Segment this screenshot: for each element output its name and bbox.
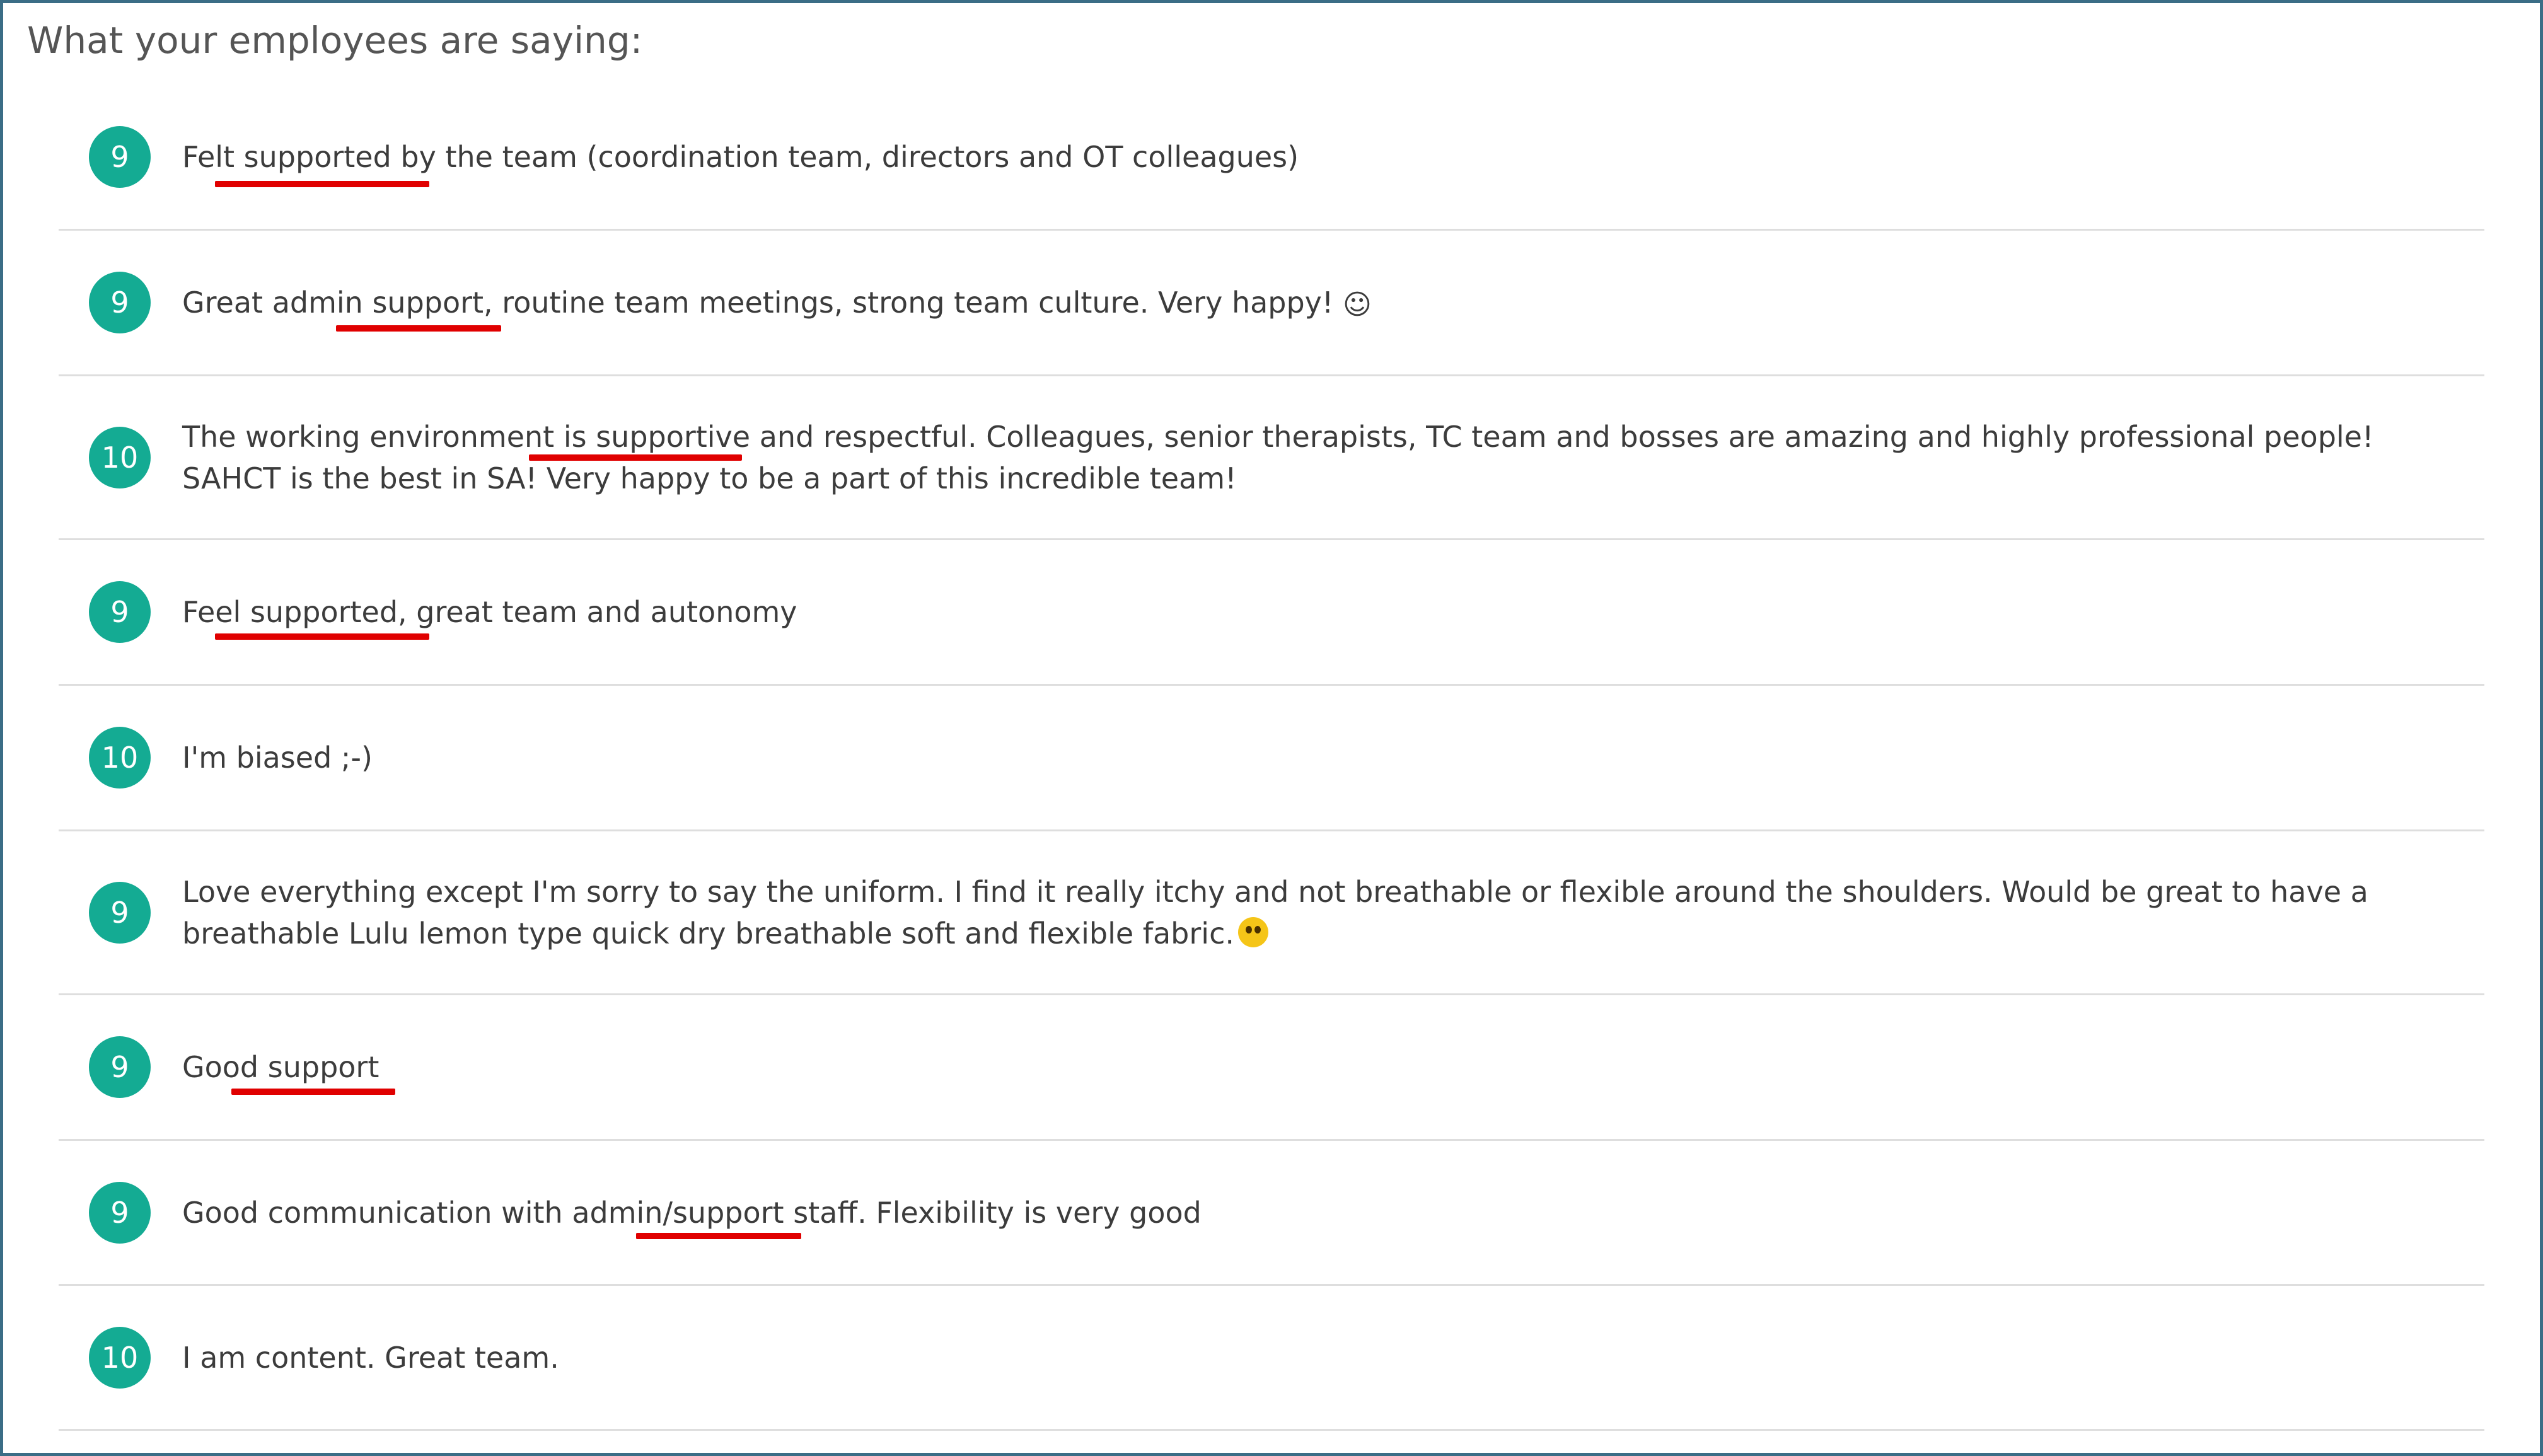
comment-text: Love everything except I'm sorry to say … xyxy=(182,874,2368,950)
comment-text: Good communication with admin/support st… xyxy=(182,1195,1202,1230)
smiley-emoji-icon: ☺ xyxy=(1342,288,1372,321)
score-badge: 9 xyxy=(89,272,151,333)
comment-text: Felt supported by the team (coordination… xyxy=(182,140,1299,174)
comment-text: The working environment is supportive an… xyxy=(182,419,2374,495)
list-item: 10 I am content. Great team. xyxy=(59,1286,2484,1431)
list-item: 9 Feel supported, great team and autonom… xyxy=(59,540,2484,686)
highlight-underline xyxy=(529,454,742,461)
list-item: 9 Great admin support, routine team meet… xyxy=(59,231,2484,376)
score-badge: 9 xyxy=(89,126,151,188)
list-item: 9 Love everything except I'm sorry to sa… xyxy=(59,831,2484,995)
highlight-underline xyxy=(215,181,429,187)
score-badge: 9 xyxy=(89,881,151,944)
response-list: 9 Felt supported by the team (coordinati… xyxy=(59,85,2484,1431)
score-badge: 10 xyxy=(89,727,151,789)
section-heading: What your employees are saying: xyxy=(27,19,643,62)
comment-wrap: Great admin support, routine team meetin… xyxy=(182,282,2465,323)
comment-text: I'm biased ;-) xyxy=(182,741,373,775)
highlight-underline xyxy=(336,325,501,332)
score-badge: 10 xyxy=(89,1326,151,1389)
highlight-underline xyxy=(215,633,429,640)
list-item: 9 Good support xyxy=(59,995,2484,1141)
list-item: 10 The working environment is supportive… xyxy=(59,376,2484,540)
list-item: 9 Good communication with admin/support … xyxy=(59,1141,2484,1286)
flushed-face-emoji-icon xyxy=(1237,916,1268,947)
score-badge: 9 xyxy=(89,581,151,643)
comment-text: Good support xyxy=(182,1050,379,1084)
comment-wrap: Love everything except I'm sorry to say … xyxy=(182,871,2465,954)
score-badge: 9 xyxy=(89,1036,151,1098)
comment-text: Feel supported, great team and autonomy xyxy=(182,595,797,629)
score-badge: 10 xyxy=(89,426,151,488)
comment-text: I am content. Great team. xyxy=(182,1340,559,1375)
list-item: 9 Felt supported by the team (coordinati… xyxy=(59,85,2484,231)
highlight-underline xyxy=(231,1089,395,1095)
score-badge: 9 xyxy=(89,1181,151,1244)
list-item: 10 I'm biased ;-) xyxy=(59,686,2484,831)
highlight-underline xyxy=(636,1233,801,1239)
comments-panel: What your employees are saying: 9 Felt s… xyxy=(0,0,2543,1456)
comment-text: Great admin support, routine team meetin… xyxy=(182,286,1334,320)
